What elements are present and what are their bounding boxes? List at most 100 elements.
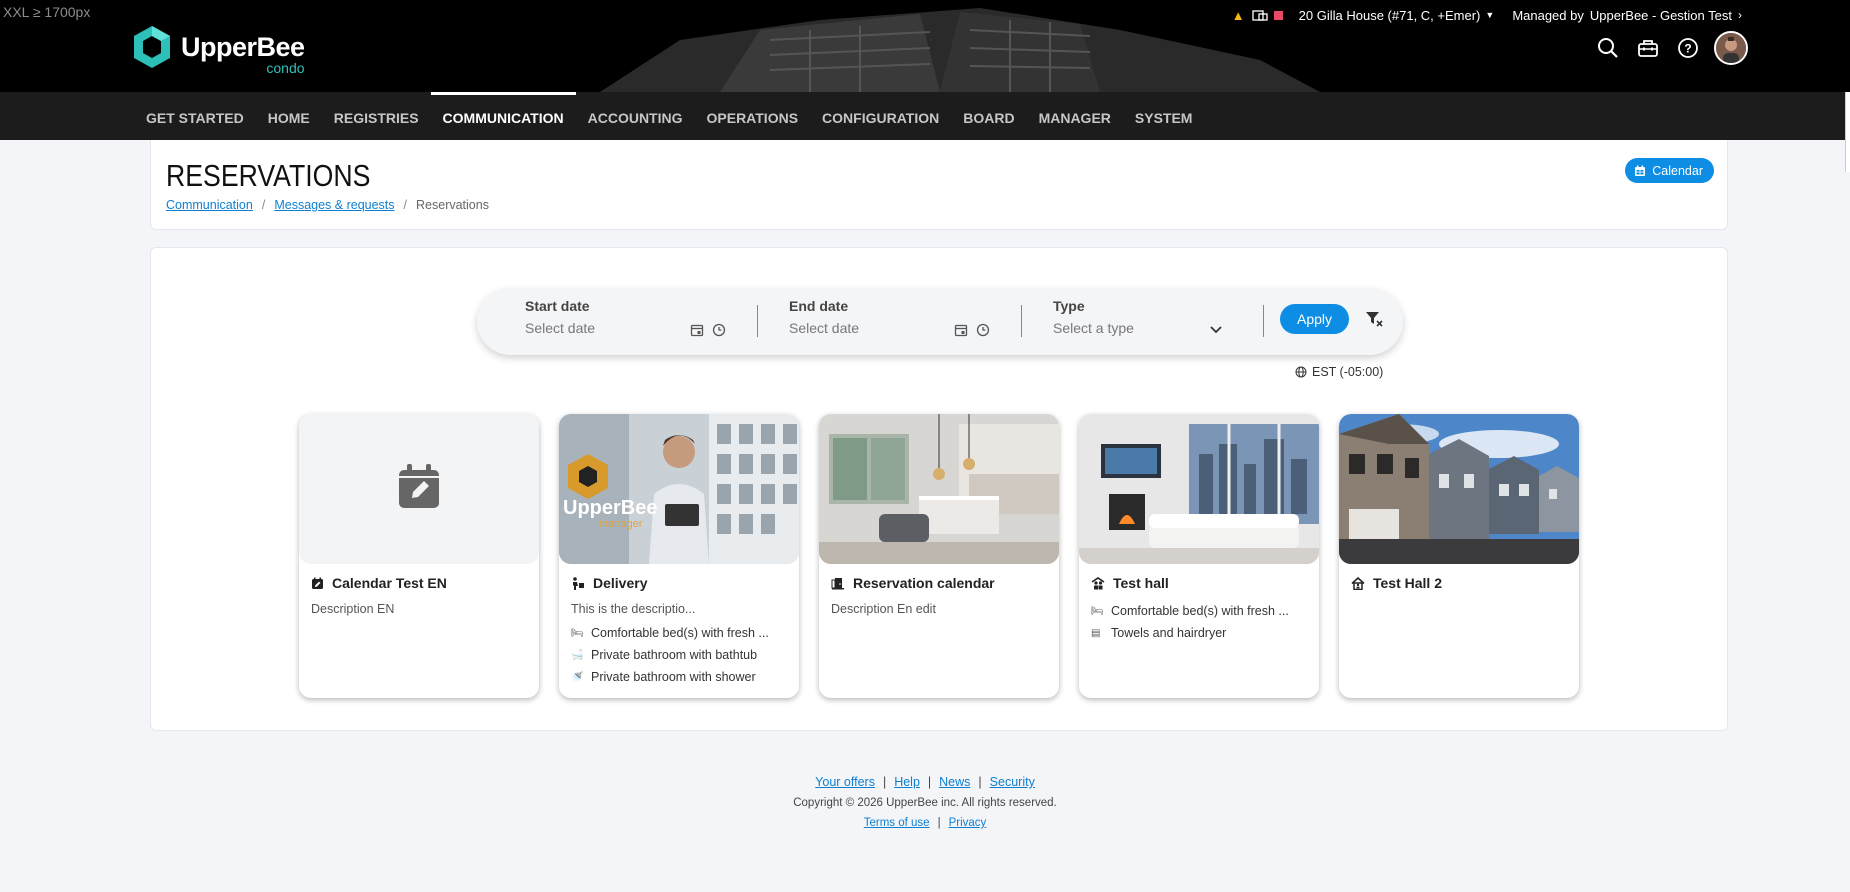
house-user-icon (1351, 576, 1365, 590)
calendar-edit-icon (399, 464, 439, 508)
breadcrumb: Communication / Messages & requests / Re… (166, 198, 489, 212)
chevron-down-icon[interactable] (1209, 325, 1223, 335)
timezone-label: EST (-05:00) (1312, 365, 1384, 379)
toolbox-icon[interactable] (1628, 33, 1668, 63)
type-select[interactable]: Type Select a type (1053, 298, 1134, 336)
delivery-person-icon (573, 576, 584, 590)
legal-links: Terms of use | Privacy (863, 817, 987, 829)
breadcrumb-current: Reservations (416, 198, 489, 212)
card-title: Test hall (1091, 575, 1169, 591)
footer-link-security[interactable]: Security (990, 775, 1035, 789)
footer-link-offers[interactable]: Your offers (815, 775, 875, 789)
clock-icon[interactable] (712, 323, 726, 337)
page-header-card: RESERVATIONS Communication / Messages & … (150, 140, 1728, 230)
breadcrumb-messages-requests[interactable]: Messages & requests (274, 198, 394, 212)
status-square-icon (1273, 10, 1283, 20)
copyright: Copyright © 2026 UpperBee inc. All right… (793, 797, 1057, 809)
list-item: 🚿 Private bathroom with shower (571, 670, 756, 684)
upperbee-logo[interactable]: UpperBee condo (131, 24, 305, 76)
resource-card[interactable]: Test Hall 2 (1339, 414, 1579, 698)
svg-text:?: ? (1684, 42, 1691, 56)
calendar-icon[interactable] (690, 323, 704, 337)
search-icon[interactable] (1588, 33, 1628, 63)
header: XXL ≥ 1700px UpperBee condo ▲ 20 Gilla H… (0, 0, 1850, 92)
nav-operations[interactable]: OPERATIONS (695, 92, 811, 140)
upperbee-manager-logo-text: UpperBee (563, 497, 657, 519)
card-title-text: Calendar Test EN (332, 575, 447, 591)
shower-icon: 🚿 (571, 671, 584, 683)
end-date-input[interactable]: Select date (789, 320, 859, 336)
clear-filter-icon[interactable] (1365, 310, 1383, 328)
bed-icon: 🛏 (571, 627, 584, 639)
resource-card[interactable]: Reservation calendar Description En edit (819, 414, 1059, 698)
filter-divider (757, 305, 758, 337)
card-title-text: Reservation calendar (853, 575, 995, 591)
help-icon[interactable]: ? (1668, 33, 1708, 63)
start-date-field[interactable]: Start date Select date (525, 298, 595, 336)
nav-accounting[interactable]: ACCOUNTING (576, 92, 695, 140)
type-select-value[interactable]: Select a type (1053, 320, 1134, 336)
warning-icon[interactable]: ▲ (1232, 8, 1245, 23)
bathtub-icon: 🛁 (571, 649, 584, 661)
calendar-icon (1635, 165, 1646, 176)
end-date-field[interactable]: End date Select date (789, 298, 859, 336)
nav-home[interactable]: HOME (256, 92, 322, 140)
breakpoint-label: XXL ≥ 1700px (3, 4, 91, 20)
card-title: Calendar Test EN (311, 575, 447, 591)
building-banner-image (560, 0, 1320, 92)
chevron-right-icon[interactable]: › (1738, 8, 1742, 22)
card-title-text: Delivery (593, 575, 648, 591)
manager-link[interactable]: UpperBee - Gestion Test (1590, 8, 1732, 23)
filter-divider (1263, 305, 1264, 337)
people-roof-icon (1091, 576, 1105, 589)
feature-list: 🛏 Comfortable bed(s) with fresh ... ▤ Towe… (1091, 600, 1289, 644)
card-description: Description En edit (831, 602, 936, 616)
reservations-panel: Start date Select date End date Select d… (150, 247, 1728, 731)
card-title-text: Test Hall 2 (1373, 575, 1442, 591)
managed-by-label: Managed by (1512, 7, 1584, 23)
end-date-label: End date (789, 298, 849, 314)
topbar-info: ▲ 20 Gilla House (#71, C, +Emer) ▼ Manag… (1232, 6, 1742, 24)
apply-button[interactable]: Apply (1280, 304, 1349, 334)
card-description: This is the descriptio... (571, 602, 696, 616)
nav-system[interactable]: SYSTEM (1123, 92, 1205, 140)
globe-icon (1295, 366, 1307, 378)
filter-divider (1021, 305, 1022, 337)
nav-communication[interactable]: COMMUNICATION (430, 92, 576, 140)
nav-registries[interactable]: REGISTRIES (322, 92, 431, 140)
main-nav: GET STARTED HOME REGISTRIES COMMUNICATIO… (0, 92, 1850, 140)
card-title: Test Hall 2 (1351, 575, 1442, 591)
nav-manager[interactable]: MANAGER (1027, 92, 1123, 140)
hexagon-logo-icon (134, 26, 170, 68)
car-garage-icon[interactable] (1252, 9, 1268, 22)
clock-icon[interactable] (976, 323, 990, 337)
calendar-icon[interactable] (954, 323, 968, 337)
card-image-placeholder (299, 414, 539, 564)
side-panel-tab[interactable] (1845, 92, 1850, 172)
resource-card[interactable]: UpperBee manager Delivery This is the de… (559, 414, 799, 698)
breadcrumb-communication[interactable]: Communication (166, 198, 253, 212)
nav-get-started[interactable]: GET STARTED (134, 92, 256, 140)
card-image: UpperBee manager (559, 414, 799, 564)
calendar-button[interactable]: Calendar (1625, 158, 1714, 183)
footer-link-privacy[interactable]: Privacy (949, 817, 987, 829)
calendar-edit-icon (312, 577, 323, 589)
resource-card[interactable]: Calendar Test EN Description EN (299, 414, 539, 698)
list-item: ▤ Towels and hairdryer (1091, 626, 1227, 640)
caret-down-icon[interactable]: ▼ (1485, 10, 1494, 20)
logo-text: UpperBee (181, 32, 305, 62)
filter-bar: Start date Select date End date Select d… (477, 288, 1403, 355)
footer-link-news[interactable]: News (939, 775, 970, 789)
resource-card[interactable]: Test hall 🛏 Comfortable bed(s) with fresh… (1079, 414, 1319, 698)
card-title: Delivery (571, 575, 647, 591)
start-date-input[interactable]: Select date (525, 320, 595, 336)
avatar[interactable] (1714, 31, 1748, 65)
logo-subtext: condo (266, 60, 305, 76)
footer-link-terms[interactable]: Terms of use (864, 817, 930, 829)
footer-link-help[interactable]: Help (894, 775, 920, 789)
resource-cards: Calendar Test EN Description EN UpperBee… (299, 414, 1579, 698)
property-selector[interactable]: 20 Gilla House (#71, C, +Emer) (1299, 8, 1481, 23)
card-image (1339, 414, 1579, 564)
nav-configuration[interactable]: CONFIGURATION (810, 92, 951, 140)
nav-board[interactable]: BOARD (951, 92, 1026, 140)
